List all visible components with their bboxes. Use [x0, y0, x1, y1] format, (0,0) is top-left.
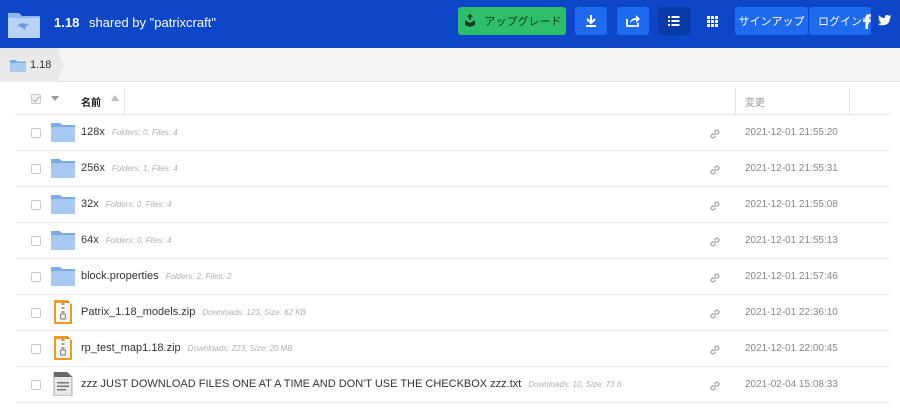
row-checkbox[interactable]	[31, 308, 41, 318]
file-meta: Folders: 2, Files: 2	[165, 272, 232, 281]
upgrade-button[interactable]: アップグレード	[458, 7, 566, 35]
copy-link-icon[interactable]	[709, 199, 721, 211]
upgrade-label: アップグレード	[484, 16, 562, 28]
modified-date: 2021-02-04 15:08:33	[745, 379, 838, 390]
copy-link-icon[interactable]	[709, 127, 721, 139]
zip-file-icon[interactable]	[51, 300, 75, 324]
download-button[interactable]	[575, 7, 607, 35]
table-row[interactable]: block.properties Folders: 2, Files: 2 2021…	[15, 259, 890, 295]
breadcrumb-label: 1.18	[30, 59, 52, 71]
sort-ascending-icon[interactable]	[111, 95, 119, 101]
row-checkbox[interactable]	[31, 380, 41, 390]
top-bar: 1.18 shared by "patrixcraft" アップグレード サイン…	[0, 0, 900, 48]
zip-file-icon[interactable]	[51, 336, 75, 360]
file-name-link[interactable]: 32x	[81, 198, 99, 210]
file-name-link[interactable]: 256x	[81, 162, 105, 174]
file-name-link[interactable]: 128x	[81, 126, 105, 138]
dropbox-logo-icon[interactable]	[6, 7, 42, 41]
upgrade-box-icon	[464, 14, 475, 27]
file-name-link[interactable]: Patrix_1.18_models.zip	[81, 306, 195, 318]
modified-date: 2021-12-01 21:55:13	[745, 235, 838, 246]
folder-icon[interactable]	[51, 228, 75, 252]
column-header-modified[interactable]: 変更	[745, 94, 765, 109]
file-name-cell: rp_test_map1.18.zip Downloads: 223, Size:…	[81, 342, 293, 354]
file-name-cell: 64x Folders: 0, Files: 4	[81, 234, 172, 246]
table-row[interactable]: 128x Folders: 0, Files: 4 2021-12-01 21:55…	[15, 115, 890, 151]
folder-version: 1.18	[54, 15, 80, 30]
list-view-icon	[668, 16, 680, 26]
column-header-name[interactable]: 名前	[81, 94, 101, 109]
row-checkbox[interactable]	[31, 164, 41, 174]
file-table: 名前 変更 128x Folders: 0, Files: 4 2021-12-01…	[15, 82, 890, 403]
row-checkbox[interactable]	[31, 128, 41, 138]
row-checkbox[interactable]	[31, 236, 41, 246]
table-row[interactable]: 256x Folders: 1, Files: 4 2021-12-01 21:55…	[15, 151, 890, 187]
file-name-cell: Patrix_1.18_models.zip Downloads: 123, Si…	[81, 306, 306, 318]
breadcrumb-item[interactable]: 1.18	[0, 48, 58, 82]
page-title: 1.18 shared by "patrixcraft"	[54, 15, 216, 30]
file-name-link[interactable]: block.properties	[81, 270, 159, 282]
copy-link-icon[interactable]	[709, 307, 721, 319]
grid-view-icon	[706, 15, 718, 27]
copy-link-icon[interactable]	[709, 271, 721, 283]
column-divider	[735, 88, 736, 115]
folder-icon	[10, 59, 26, 72]
file-name-cell: 32x Folders: 0, Files: 4	[81, 198, 172, 210]
file-name-cell: block.properties Folders: 2, Files: 2	[81, 270, 231, 282]
file-meta: Folders: 1, Files: 4	[111, 164, 178, 173]
breadcrumb-arrow	[56, 48, 64, 82]
copy-link-icon[interactable]	[709, 163, 721, 175]
file-list: 128x Folders: 0, Files: 4 2021-12-01 21:55…	[15, 115, 890, 403]
facebook-icon[interactable]	[860, 13, 874, 29]
row-checkbox[interactable]	[31, 272, 41, 282]
file-meta: Downloads: 223, Size: 20 MB	[187, 344, 293, 353]
table-row[interactable]: 64x Folders: 0, Files: 4 2021-12-01 21:55:…	[15, 223, 890, 259]
download-icon	[586, 15, 596, 27]
file-meta: Folders: 0, Files: 4	[105, 200, 172, 209]
file-name-cell: 256x Folders: 1, Files: 4	[81, 162, 178, 174]
table-row[interactable]: 32x Folders: 0, Files: 4 2021-12-01 21:55:…	[15, 187, 890, 223]
copy-link-icon[interactable]	[709, 343, 721, 355]
select-menu-caret-icon[interactable]	[51, 96, 59, 101]
modified-date: 2021-12-01 21:55:20	[745, 127, 838, 138]
copy-link-icon[interactable]	[709, 379, 721, 391]
breadcrumb: 1.18	[0, 48, 900, 82]
share-button[interactable]	[617, 7, 649, 35]
shared-by-label: shared by "patrixcraft"	[88, 15, 216, 30]
modified-date: 2021-12-01 21:55:31	[745, 163, 838, 174]
file-name-cell: zzz JUST DOWNLOAD FILES ONE AT A TIME AN…	[81, 378, 621, 390]
folder-icon[interactable]	[51, 156, 75, 180]
file-name-cell: 128x Folders: 0, Files: 4	[81, 126, 178, 138]
copy-link-icon[interactable]	[709, 235, 721, 247]
file-name-link[interactable]: rp_test_map1.18.zip	[81, 342, 181, 354]
table-row[interactable]: zzz JUST DOWNLOAD FILES ONE AT A TIME AN…	[15, 367, 890, 403]
file-meta: Downloads: 10, Size: 73 b	[528, 380, 622, 389]
column-divider	[849, 88, 850, 115]
share-icon	[626, 15, 640, 27]
list-view-button[interactable]	[658, 7, 690, 35]
signup-button[interactable]: サインアップ	[735, 7, 808, 35]
file-name-link[interactable]: zzz JUST DOWNLOAD FILES ONE AT A TIME AN…	[81, 378, 521, 390]
modified-date: 2021-12-01 21:55:08	[745, 199, 838, 210]
table-header: 名前 変更	[15, 82, 890, 115]
row-checkbox[interactable]	[31, 200, 41, 210]
file-meta: Downloads: 123, Size: 62 KB	[202, 308, 306, 317]
modified-date: 2021-12-01 21:57:46	[745, 271, 838, 282]
row-checkbox[interactable]	[31, 344, 41, 354]
text-file-icon[interactable]	[51, 371, 75, 397]
folder-icon[interactable]	[51, 120, 75, 144]
modified-date: 2021-12-01 22:00:45	[745, 343, 838, 354]
modified-date: 2021-12-01 22:36:10	[745, 307, 838, 318]
file-meta: Folders: 0, Files: 4	[111, 128, 178, 137]
folder-icon[interactable]	[51, 264, 75, 288]
folder-icon[interactable]	[51, 192, 75, 216]
twitter-icon[interactable]	[877, 13, 892, 29]
table-row[interactable]: rp_test_map1.18.zip Downloads: 223, Size:…	[15, 331, 890, 367]
file-meta: Folders: 0, Files: 4	[105, 236, 172, 245]
column-divider	[124, 88, 125, 115]
select-all-checkbox[interactable]	[31, 94, 41, 104]
grid-view-button[interactable]	[698, 7, 726, 35]
file-name-link[interactable]: 64x	[81, 234, 99, 246]
table-row[interactable]: Patrix_1.18_models.zip Downloads: 123, Si…	[15, 295, 890, 331]
